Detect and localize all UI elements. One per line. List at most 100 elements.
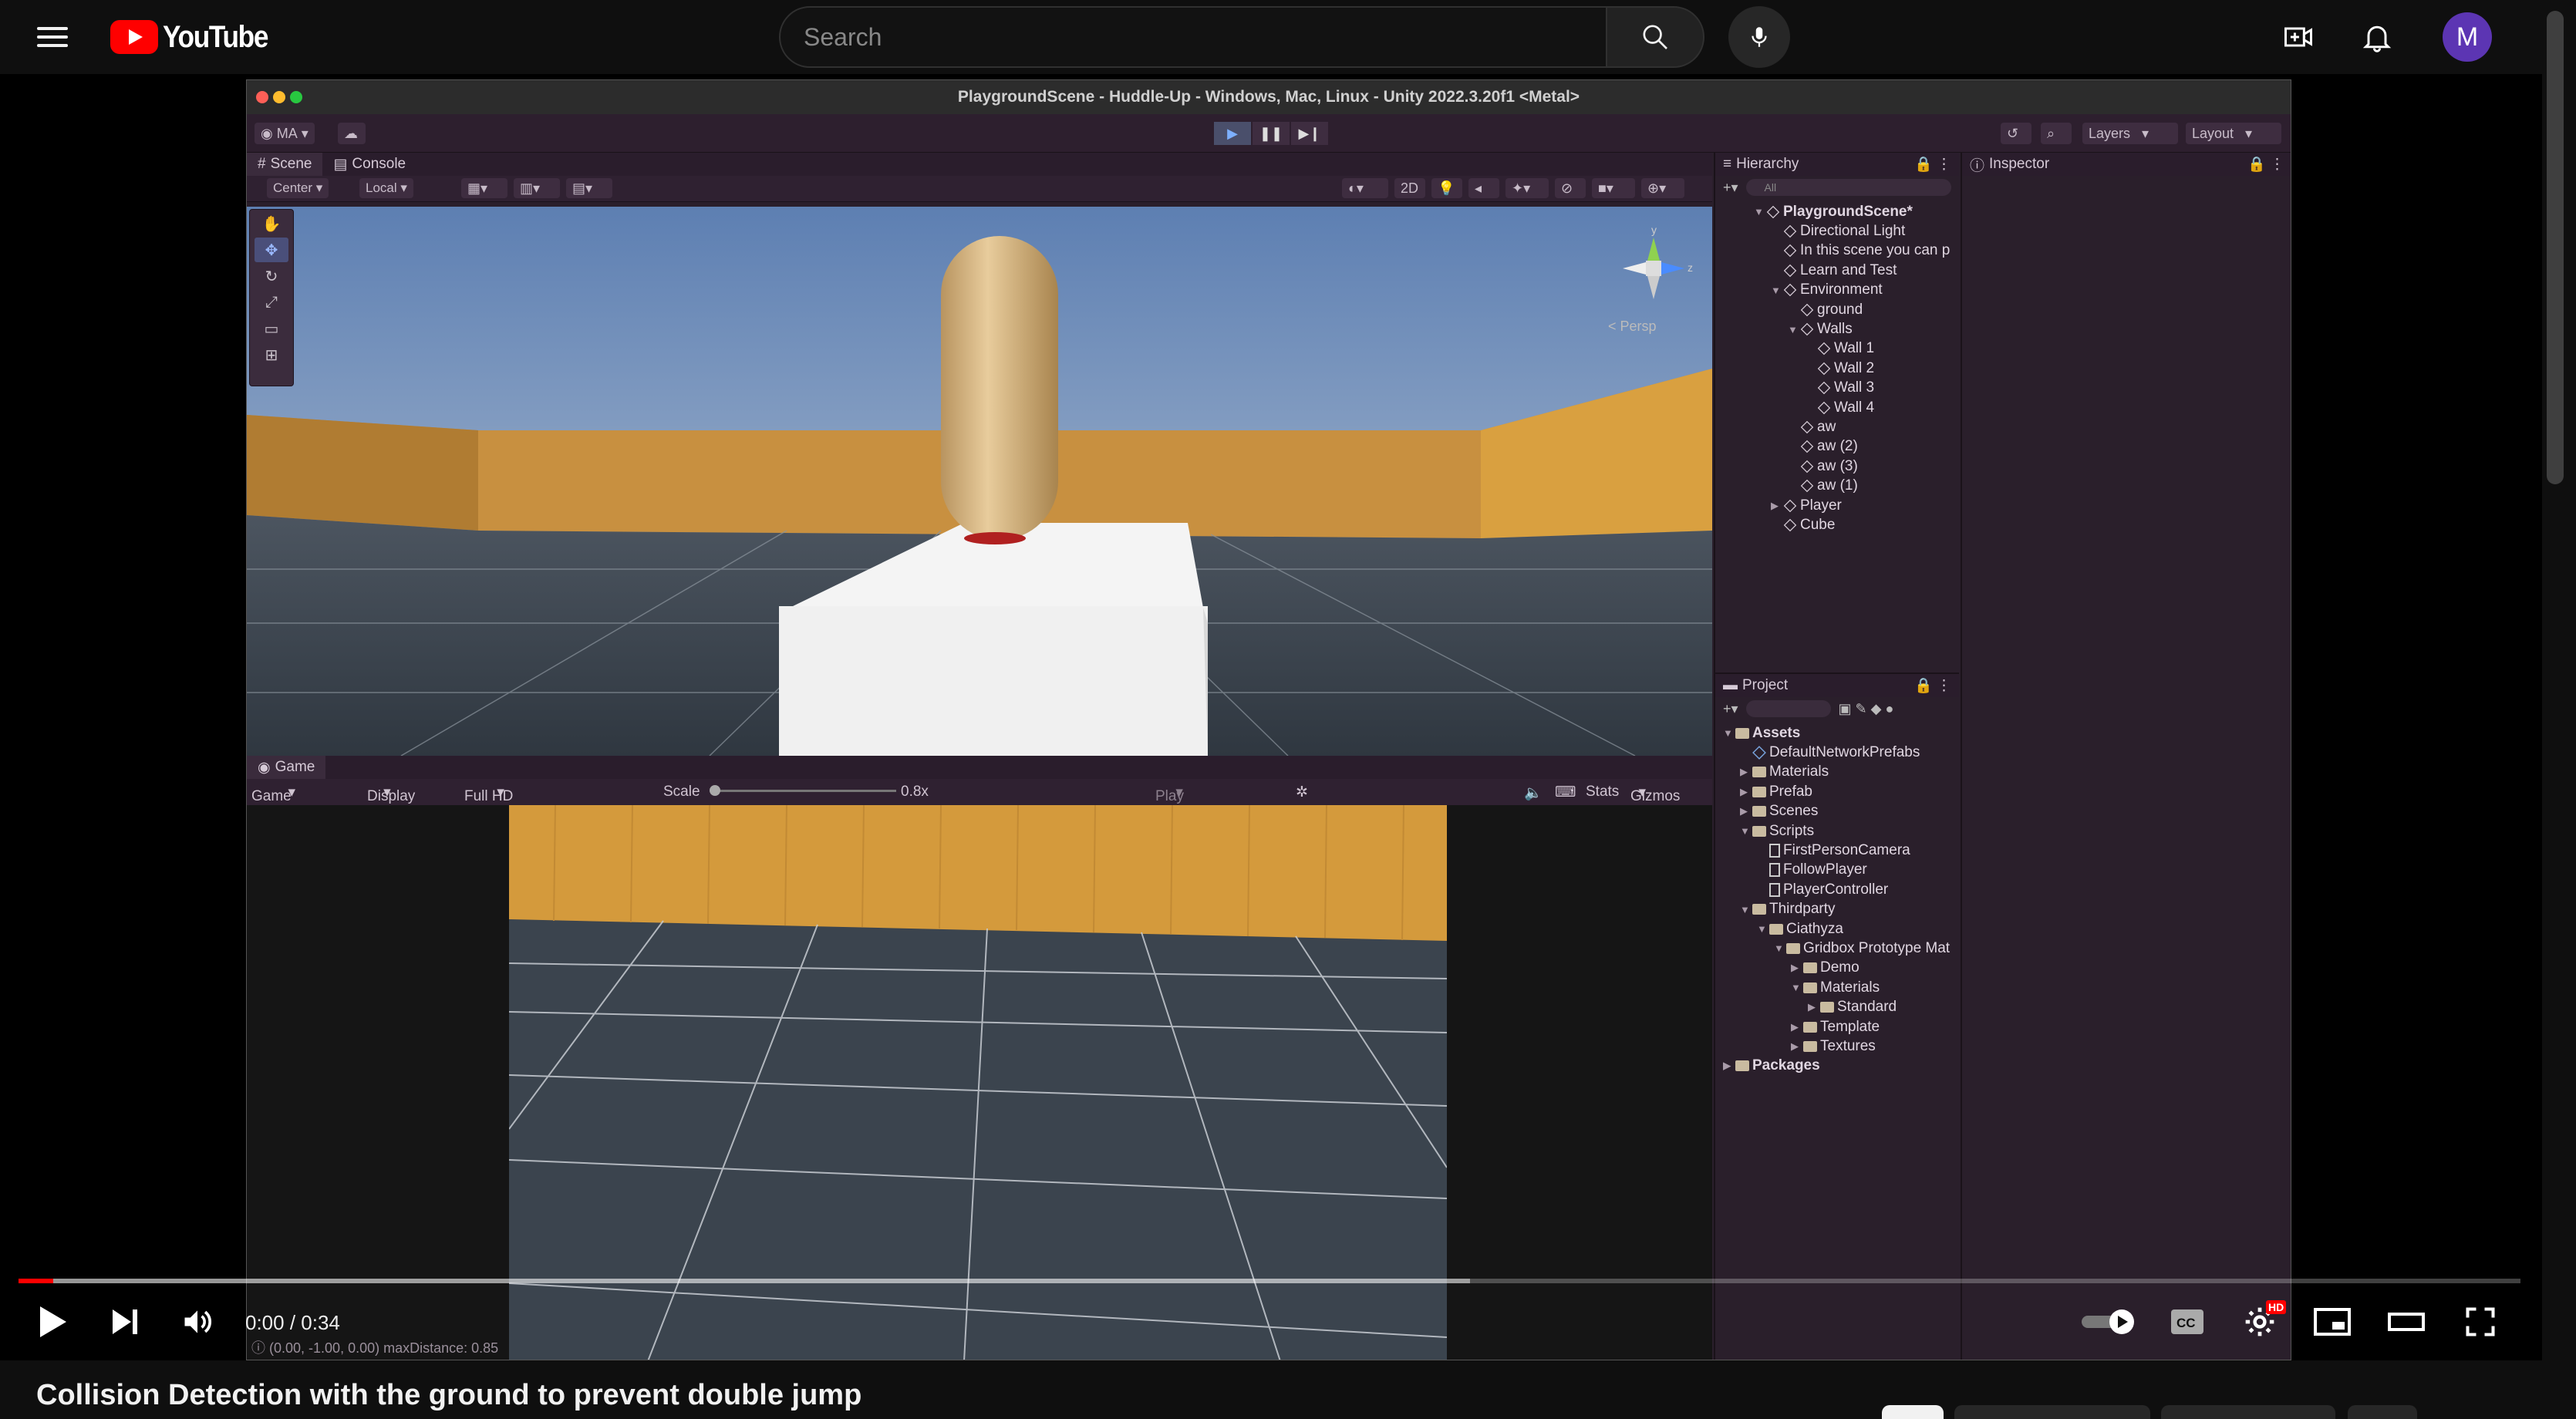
hierarchy-item[interactable]: Cube [1754, 515, 1959, 534]
collapsed-arrow-icon[interactable]: ▶ [1808, 1001, 1820, 1013]
avatar[interactable]: M [2443, 12, 2492, 62]
collapsed-arrow-icon[interactable]: ▶ [1740, 805, 1752, 817]
collapsed-arrow-icon[interactable]: ▶ [1791, 1021, 1803, 1033]
project-item[interactable]: DefaultNetworkPrefabs [1723, 743, 1959, 762]
minimize-window-icon[interactable] [273, 91, 285, 103]
hierarchy-item[interactable]: ▼ PlaygroundScene* [1754, 202, 1959, 221]
expanded-arrow-icon[interactable]: ▼ [1740, 904, 1752, 915]
collapsed-arrow-icon[interactable]: ▶ [1771, 500, 1783, 512]
close-window-icon[interactable] [256, 91, 268, 103]
chip-3[interactable] [2161, 1405, 2335, 1419]
project-item[interactable]: ▶ Materials [1723, 763, 1959, 782]
notifications-button[interactable] [2357, 17, 2397, 57]
transform-tool-icon[interactable]: ⊞ [255, 342, 288, 367]
settings-button[interactable]: HD [2238, 1300, 2287, 1343]
space-dropdown[interactable]: Local ▾ [359, 178, 413, 198]
hierarchy-item[interactable]: Directional Light [1754, 221, 1959, 241]
grid-icon[interactable]: ▥▾ [514, 178, 560, 198]
expanded-arrow-icon[interactable]: ▼ [1771, 285, 1783, 296]
project-item[interactable]: ▼ Gridbox Prototype Mat [1723, 939, 1959, 958]
grid-snap-icon[interactable]: ▦▾ [461, 178, 507, 198]
rotate-tool-icon[interactable]: ↻ [255, 264, 288, 288]
chip-4[interactable] [2348, 1405, 2417, 1419]
chip-all[interactable] [1882, 1405, 1944, 1419]
gizmos-dropdown[interactable]: Gizmos ▾ [1630, 784, 1680, 804]
effects-icon[interactable]: ✦▾ [1505, 178, 1549, 198]
page-scrollbar[interactable] [2542, 0, 2576, 1419]
collapsed-arrow-icon[interactable]: ▶ [1740, 766, 1752, 778]
menu-icon[interactable] [35, 20, 69, 54]
camera-icon[interactable]: ■▾ [1592, 178, 1635, 198]
add-asset-icon[interactable]: +▾ [1723, 701, 1738, 717]
pivot-dropdown[interactable]: Center ▾ [267, 178, 329, 198]
autoplay-toggle[interactable] [2078, 1300, 2139, 1343]
expanded-arrow-icon[interactable]: ▼ [1740, 825, 1752, 837]
hierarchy-item[interactable]: aw (2) [1754, 437, 1959, 457]
project-item[interactable]: PlayerController [1723, 880, 1959, 899]
perspective-label[interactable]: < Persp [1608, 319, 1657, 335]
hierarchy-item[interactable]: ground [1754, 300, 1959, 319]
project-item[interactable]: FollowPlayer [1723, 861, 1959, 880]
inspector-lock-icon[interactable]: 🔒 ⋮ [2247, 155, 2284, 174]
search-input[interactable]: Search [779, 6, 1607, 68]
keyboard-icon[interactable]: ⌨ [1555, 784, 1576, 801]
expanded-arrow-icon[interactable]: ▼ [1791, 982, 1803, 993]
create-video-button[interactable] [2278, 17, 2318, 57]
expanded-arrow-icon[interactable]: ▼ [1774, 942, 1786, 954]
hierarchy-item[interactable]: aw (3) [1754, 457, 1959, 476]
scene-gizmo-icon[interactable]: y z [1607, 222, 1700, 315]
mute-audio-icon[interactable]: 🔈 [1524, 784, 1543, 802]
unity-search-icon[interactable]: ⌕ [2041, 123, 2072, 144]
play-focused-dropdown[interactable]: Play Focused ▾ [1155, 784, 1212, 821]
2d-toggle[interactable]: 2D [1394, 178, 1425, 198]
expanded-arrow-icon[interactable]: ▼ [1723, 727, 1735, 739]
resolution-dropdown[interactable]: Full HD (1920x1080) ▾ [464, 784, 547, 821]
audio-toggle-icon[interactable]: ◂ [1468, 178, 1499, 198]
account-dropdown[interactable]: ◉ MA ▾ [255, 123, 315, 144]
project-item[interactable]: ▼ Ciathyza [1723, 919, 1959, 939]
project-item[interactable]: ▼ Materials [1723, 978, 1959, 997]
hierarchy-item[interactable]: ▼ Environment [1754, 281, 1959, 300]
theater-mode-button[interactable] [2385, 1300, 2428, 1343]
project-item[interactable]: ▶ Prefab [1723, 782, 1959, 801]
collapsed-arrow-icon[interactable]: ▶ [1791, 1040, 1803, 1053]
hierarchy-item[interactable]: Wall 4 [1754, 398, 1959, 417]
hierarchy-item[interactable]: Wall 1 [1754, 339, 1959, 359]
hierarchy-item[interactable]: Wall 2 [1754, 359, 1959, 378]
add-object-icon[interactable]: +▾ [1723, 180, 1738, 196]
captions-button[interactable]: CC [2166, 1300, 2209, 1343]
scale-slider[interactable] [714, 790, 896, 792]
scene-view[interactable]: ✋ ✥ ↻ ⤢ ▭ ⊞ y z < Persp [247, 207, 1712, 756]
project-item[interactable]: ▼ Scripts [1723, 821, 1959, 841]
tab-console[interactable]: ▤ Console [322, 153, 416, 176]
search-button[interactable] [1606, 6, 1704, 68]
tab-scene[interactable]: # Scene [247, 153, 323, 176]
hierarchy-item[interactable]: Wall 3 [1754, 379, 1959, 398]
collapsed-arrow-icon[interactable]: ▶ [1723, 1060, 1735, 1072]
youtube-logo[interactable]: YouTube [110, 20, 282, 54]
project-item[interactable]: ▶ Standard [1723, 997, 1959, 1016]
hidden-objects-icon[interactable]: ⊘ [1555, 178, 1586, 198]
fullscreen-button[interactable] [2459, 1300, 2502, 1343]
pause-button[interactable]: ❚❚ [1253, 122, 1290, 145]
gizmos-icon[interactable]: ⊕▾ [1641, 178, 1684, 198]
step-button[interactable]: ▶❙ [1291, 122, 1328, 145]
hand-tool-icon[interactable]: ✋ [255, 211, 288, 236]
project-search[interactable] [1745, 700, 1831, 717]
stats-button[interactable]: Stats [1586, 784, 1619, 801]
hierarchy-item[interactable]: In this scene you can p [1754, 241, 1959, 261]
progress-bar[interactable] [19, 1279, 2520, 1283]
history-icon[interactable]: ↺ [2001, 123, 2031, 144]
tab-game[interactable]: ◉ Game [247, 756, 326, 779]
hierarchy-item[interactable]: aw (1) [1754, 476, 1959, 495]
expanded-arrow-icon[interactable]: ▼ [1788, 324, 1800, 335]
project-item[interactable]: ▼ Assets [1723, 723, 1959, 743]
project-item[interactable]: ▶ Template [1723, 1017, 1959, 1036]
volume-button[interactable] [176, 1300, 219, 1343]
hierarchy-search[interactable]: All [1745, 179, 1951, 196]
collapsed-arrow-icon[interactable]: ▶ [1740, 786, 1752, 798]
move-tool-icon[interactable]: ✥ [255, 238, 288, 262]
hierarchy-item[interactable]: ▶ Player [1754, 496, 1959, 515]
game-view[interactable] [247, 805, 1712, 1360]
layers-dropdown[interactable]: Layers ▾ [2082, 123, 2178, 144]
